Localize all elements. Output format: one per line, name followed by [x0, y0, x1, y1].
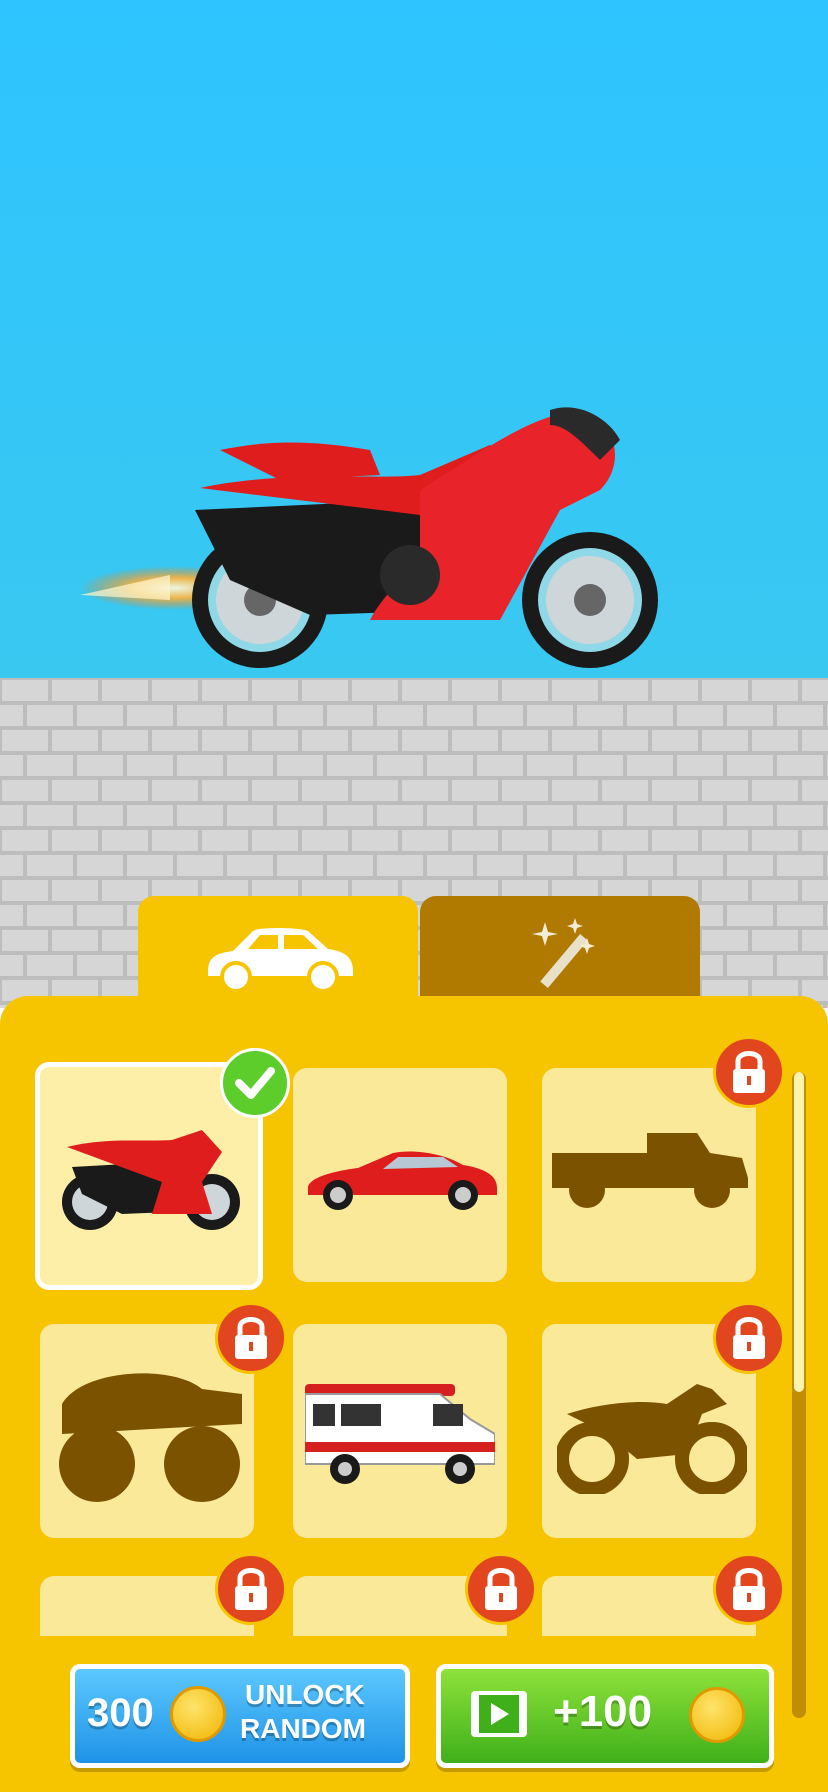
tab-vehicles[interactable] — [138, 896, 418, 1008]
unlock-cost: 300 — [87, 1691, 154, 1735]
lock-icon — [465, 1553, 537, 1625]
coin-icon — [170, 1686, 226, 1742]
video-icon — [471, 1691, 527, 1737]
coin-icon — [689, 1687, 745, 1743]
vehicle-card-sports-car[interactable] — [293, 1068, 507, 1282]
reward-amount: +100 — [553, 1687, 653, 1736]
unlock-label-line2: RANDOM — [240, 1713, 366, 1744]
scrollbar-thumb[interactable] — [794, 1072, 804, 1392]
watch-ad-reward-button[interactable]: +100 — [436, 1664, 774, 1768]
selected-check-icon — [220, 1048, 290, 1118]
magic-wand-icon — [532, 918, 595, 988]
monster-truck-silhouette — [59, 1373, 242, 1502]
sport-bike-icon — [62, 1130, 240, 1230]
lock-icon — [215, 1553, 287, 1625]
dirt-bike-silhouette — [557, 1384, 747, 1494]
sports-car-icon — [308, 1151, 497, 1210]
lock-icon — [713, 1553, 785, 1625]
unlock-random-button[interactable]: 300 UNLOCK RANDOM — [70, 1664, 410, 1768]
tab-effects[interactable] — [420, 896, 700, 1008]
lock-icon — [713, 1302, 785, 1374]
pickup-truck-silhouette — [552, 1133, 748, 1208]
ambulance-van-icon — [305, 1384, 495, 1484]
unlock-label-line1: UNLOCK — [245, 1679, 365, 1710]
car-icon — [208, 928, 353, 991]
lock-icon — [713, 1036, 785, 1108]
vehicle-preview-sport-bike — [80, 407, 658, 668]
vehicle-card-ambulance-van[interactable] — [293, 1324, 507, 1538]
lock-icon — [215, 1302, 287, 1374]
